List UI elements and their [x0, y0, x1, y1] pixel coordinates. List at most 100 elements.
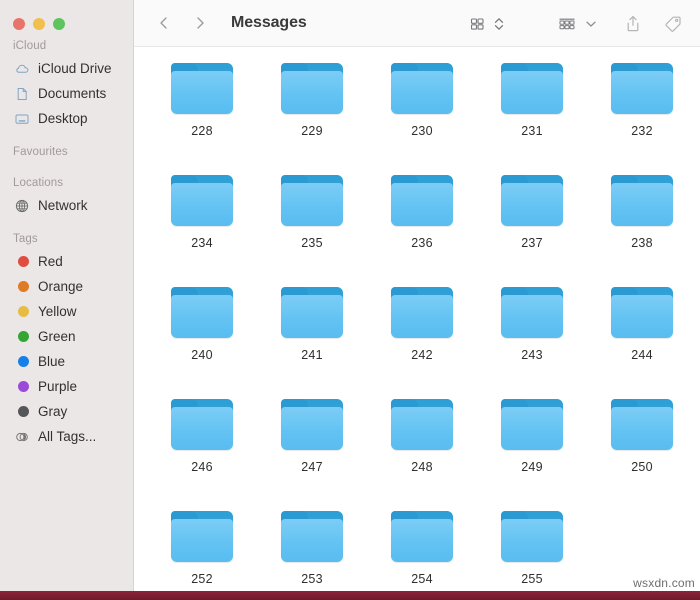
folder-label: 250 — [631, 460, 653, 474]
folder-item[interactable]: 231 — [477, 57, 587, 169]
folder-item[interactable]: 232 — [587, 57, 697, 169]
group-items-icon[interactable] — [556, 14, 578, 34]
folder-item[interactable]: 243 — [477, 281, 587, 393]
folder-label: 230 — [411, 124, 433, 138]
tag-dot-icon — [13, 378, 30, 395]
sidebar-item-network[interactable]: Network — [0, 193, 133, 218]
sidebar-item-tag-purple[interactable]: Purple — [0, 374, 133, 399]
chevron-down-icon[interactable] — [584, 14, 598, 34]
folder-item[interactable]: 248 — [367, 393, 477, 505]
icon-view-grid-icon[interactable] — [467, 14, 487, 34]
folder-icon — [171, 63, 233, 115]
folder-item[interactable]: 236 — [367, 169, 477, 281]
sidebar-item-label: iCloud Drive — [38, 61, 112, 76]
tag-icon[interactable] — [662, 13, 684, 35]
folder-label: 247 — [301, 460, 323, 474]
sidebar-section-icloud-title: iCloud — [13, 40, 47, 52]
folder-icon — [281, 399, 343, 451]
all-tags-icon — [13, 428, 30, 445]
minimize-button[interactable] — [33, 18, 45, 30]
sidebar-item-desktop[interactable]: Desktop — [0, 106, 133, 131]
share-icon[interactable] — [622, 13, 644, 35]
sidebar-item-icloud-drive[interactable]: iCloud Drive — [0, 56, 133, 81]
close-button[interactable] — [13, 18, 25, 30]
folder-icon — [611, 175, 673, 227]
folder-item[interactable]: 234 — [147, 169, 257, 281]
sidebar: iCloud iCloud Drive Documents Desktop Fa… — [0, 0, 134, 600]
sidebar-item-tag-green[interactable]: Green — [0, 324, 133, 349]
folder-icon — [501, 63, 563, 115]
folder-item[interactable]: 237 — [477, 169, 587, 281]
sidebar-item-label: All Tags... — [38, 429, 97, 444]
maximize-button[interactable] — [53, 18, 65, 30]
folder-icon — [281, 63, 343, 115]
chevron-up-down-icon[interactable] — [492, 14, 506, 34]
page-title: Messages — [231, 14, 307, 31]
folder-label: 240 — [191, 348, 213, 362]
folder-icon — [501, 175, 563, 227]
folder-label: 238 — [631, 236, 653, 250]
folder-icon — [391, 63, 453, 115]
folder-icon — [391, 287, 453, 339]
sidebar-item-tag-orange[interactable]: Orange — [0, 274, 133, 299]
folder-icon — [281, 287, 343, 339]
folder-item[interactable]: 253 — [257, 505, 367, 600]
folder-item[interactable]: 235 — [257, 169, 367, 281]
sidebar-item-tag-yellow[interactable]: Yellow — [0, 299, 133, 324]
folder-item[interactable]: 244 — [587, 281, 697, 393]
folder-label: 246 — [191, 460, 213, 474]
folder-item[interactable]: 250 — [587, 393, 697, 505]
folder-label: 232 — [631, 124, 653, 138]
sidebar-item-tag-blue[interactable]: Blue — [0, 349, 133, 374]
folder-icon — [611, 63, 673, 115]
tag-dot-icon — [13, 278, 30, 295]
tag-dot-icon — [13, 303, 30, 320]
folder-label: 253 — [301, 572, 323, 586]
sidebar-item-label: Orange — [38, 279, 84, 294]
sidebar-item-tag-red[interactable]: Red — [0, 249, 133, 274]
folder-item[interactable]: 252 — [147, 505, 257, 600]
view-controls — [467, 14, 506, 34]
folder-item[interactable]: 254 — [367, 505, 477, 600]
folder-icon — [611, 399, 673, 451]
folder-label: 255 — [521, 572, 543, 586]
folder-label: 237 — [521, 236, 543, 250]
folder-label: 235 — [301, 236, 323, 250]
folder-icon — [611, 287, 673, 339]
folder-item[interactable]: 229 — [257, 57, 367, 169]
folder-label: 249 — [521, 460, 543, 474]
sidebar-item-all-tags[interactable]: All Tags... — [0, 424, 133, 449]
folder-item[interactable]: 238 — [587, 169, 697, 281]
document-icon — [13, 85, 30, 102]
tag-dot-icon — [13, 353, 30, 370]
sidebar-item-label: Desktop — [38, 111, 88, 126]
folder-item[interactable]: 255 — [477, 505, 587, 600]
back-button[interactable] — [155, 14, 173, 32]
folder-item[interactable]: 241 — [257, 281, 367, 393]
toolbar: Messages — [134, 0, 700, 47]
sidebar-item-label: Green — [38, 329, 76, 344]
folder-label: 248 — [411, 460, 433, 474]
folder-item[interactable]: 242 — [367, 281, 477, 393]
folder-item[interactable]: 247 — [257, 393, 367, 505]
window-controls — [0, 0, 133, 33]
folder-item[interactable]: 228 — [147, 57, 257, 169]
folder-item[interactable]: 249 — [477, 393, 587, 505]
sidebar-item-documents[interactable]: Documents — [0, 81, 133, 106]
folder-icon — [171, 287, 233, 339]
folder-item[interactable]: 246 — [147, 393, 257, 505]
sidebar-item-label: Yellow — [38, 304, 77, 319]
file-grid-container[interactable]: 228 229 230 231 232 234 235 236 237 238 240 241 242 2… — [134, 47, 700, 600]
folder-item[interactable]: 230 — [367, 57, 477, 169]
bottom-strip — [0, 591, 700, 600]
tag-dot-icon — [13, 328, 30, 345]
main-area: Messages 228 229 230 231 232 234 235 236… — [134, 0, 700, 600]
sidebar-item-tag-gray[interactable]: Gray — [0, 399, 133, 424]
folder-icon — [171, 399, 233, 451]
tag-dot-icon — [13, 403, 30, 420]
folder-icon — [171, 511, 233, 563]
globe-icon — [13, 197, 30, 214]
folder-item[interactable]: 240 — [147, 281, 257, 393]
forward-button[interactable] — [191, 14, 209, 32]
